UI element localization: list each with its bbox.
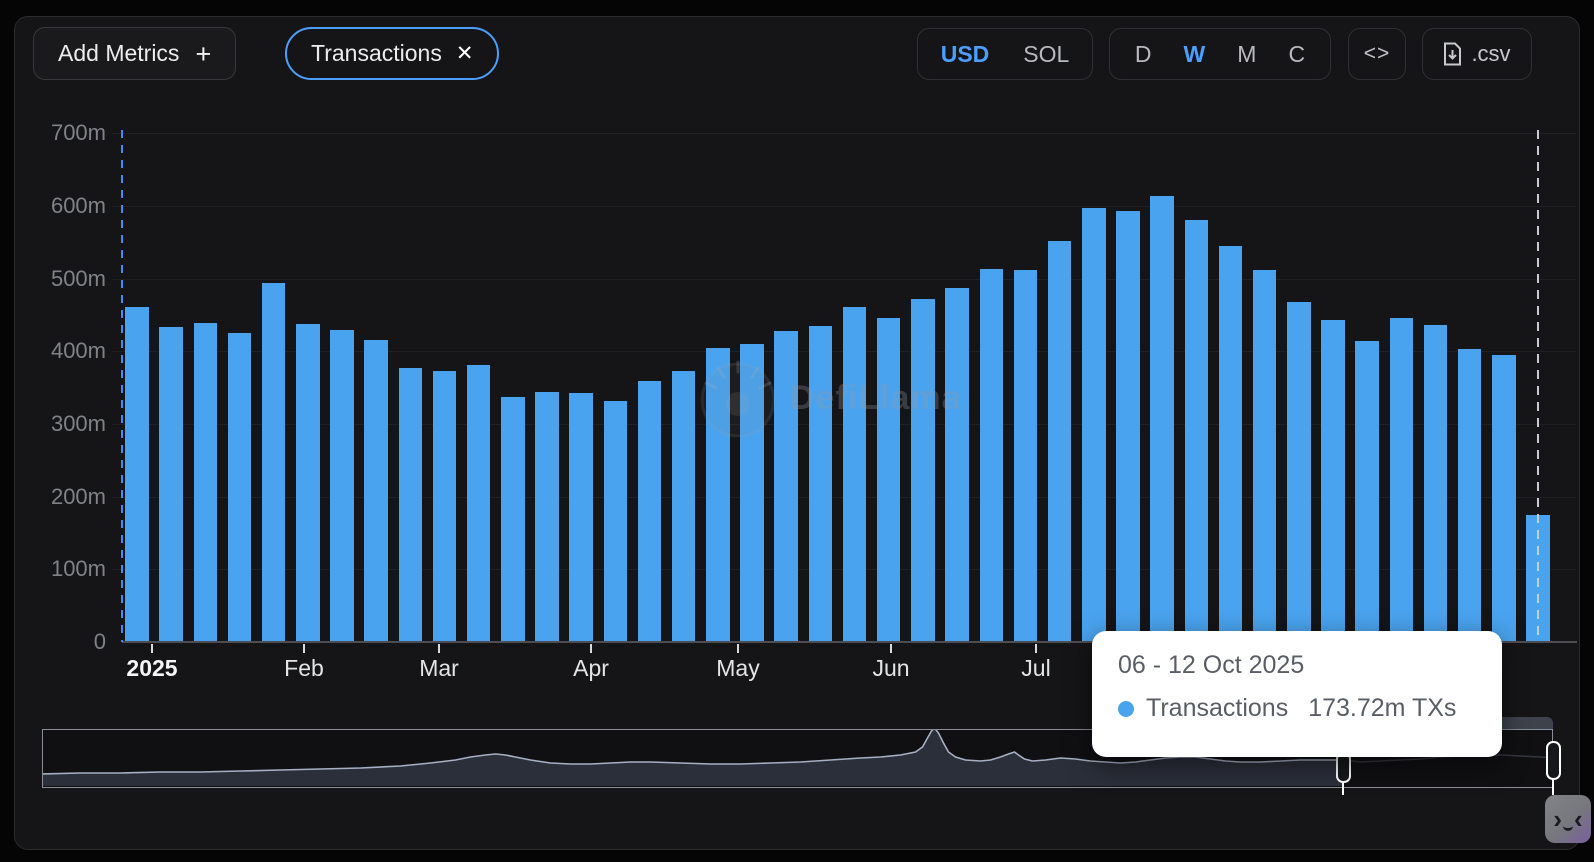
transaction-bar[interactable] — [1458, 349, 1482, 641]
x-axis-tick-label: Jun — [872, 655, 909, 682]
chart-tooltip: 06 - 12 Oct 2025 Transactions 173.72m TX… — [1092, 631, 1502, 757]
transaction-bar[interactable] — [569, 393, 593, 641]
brush-right-handle[interactable] — [1546, 741, 1561, 780]
transaction-bar[interactable] — [774, 331, 798, 641]
transaction-bar[interactable] — [1390, 318, 1414, 641]
transaction-bar[interactable] — [262, 283, 286, 641]
collapse-chart-button[interactable]: › ‹ — [1545, 795, 1591, 843]
transaction-bar[interactable] — [809, 326, 833, 641]
transaction-bar[interactable] — [1014, 270, 1038, 641]
transaction-bar[interactable] — [159, 327, 183, 641]
transaction-bar[interactable] — [1185, 220, 1209, 641]
x-axis-tick-label: Jul — [1021, 655, 1050, 682]
x-axis-tick-label: Mar — [419, 655, 459, 682]
transaction-bar[interactable] — [1116, 211, 1140, 641]
transaction-bar[interactable] — [1082, 208, 1106, 641]
transaction-bar[interactable] — [911, 299, 935, 641]
transaction-bar[interactable] — [194, 323, 218, 641]
transaction-bar[interactable] — [740, 344, 764, 641]
x-axis-tick-label: 2025 — [126, 655, 177, 682]
transaction-bar[interactable] — [364, 340, 388, 641]
transaction-bar[interactable] — [535, 392, 559, 641]
collapse-icon-smile — [1563, 822, 1573, 831]
transaction-bar[interactable] — [877, 318, 901, 642]
transaction-bar[interactable] — [125, 307, 149, 641]
tooltip-date-range: 06 - 12 Oct 2025 — [1118, 651, 1502, 680]
tooltip-series-name: Transactions — [1146, 694, 1288, 723]
transaction-bar[interactable] — [672, 371, 696, 641]
range-start-dashed-line — [121, 130, 123, 642]
app-root: Add Metrics + Transactions ✕ USD SOL D W… — [0, 0, 1594, 862]
x-axis-tick-label: May — [716, 655, 759, 682]
tooltip-value: 173.72m TXs — [1308, 694, 1456, 723]
transaction-bar[interactable] — [638, 381, 662, 641]
transaction-bar[interactable] — [1287, 302, 1311, 641]
x-axis-tick-label: Apr — [573, 655, 609, 682]
x-axis-tick — [438, 644, 440, 653]
transaction-bar[interactable] — [1424, 325, 1448, 641]
transaction-bar[interactable] — [1048, 241, 1072, 641]
x-axis-tick — [737, 644, 739, 653]
brush-right-handle-stem — [1552, 779, 1554, 795]
transaction-bar[interactable] — [1253, 270, 1277, 641]
transaction-bar[interactable] — [1219, 246, 1243, 641]
transaction-bar[interactable] — [501, 397, 525, 641]
series-color-dot — [1118, 701, 1134, 717]
transaction-bar[interactable] — [296, 324, 320, 641]
transaction-bar[interactable] — [1355, 341, 1379, 641]
transaction-bar[interactable] — [706, 348, 730, 641]
transaction-bar[interactable] — [330, 330, 354, 641]
x-axis-tick — [1035, 644, 1037, 653]
transaction-bar[interactable] — [467, 365, 491, 641]
transaction-bar[interactable] — [433, 371, 457, 641]
x-axis-tick-label: Feb — [284, 655, 324, 682]
bar-layer — [0, 0, 1594, 641]
transaction-bar[interactable] — [604, 401, 628, 641]
transaction-bar[interactable] — [1150, 196, 1174, 641]
transaction-bar[interactable] — [843, 307, 867, 641]
transaction-bar[interactable] — [1321, 320, 1345, 641]
transaction-bar[interactable] — [1492, 355, 1516, 641]
brush-left-handle-stem — [1342, 782, 1344, 795]
transaction-bar[interactable] — [945, 288, 969, 641]
x-axis-tick — [303, 644, 305, 653]
x-axis-tick — [151, 644, 153, 653]
current-week-dashed-line — [1537, 130, 1539, 642]
x-axis-tick — [590, 644, 592, 653]
transaction-bar[interactable] — [228, 333, 252, 641]
transaction-bar[interactable] — [980, 269, 1004, 641]
x-axis-tick — [890, 644, 892, 653]
transaction-bar[interactable] — [399, 368, 423, 641]
